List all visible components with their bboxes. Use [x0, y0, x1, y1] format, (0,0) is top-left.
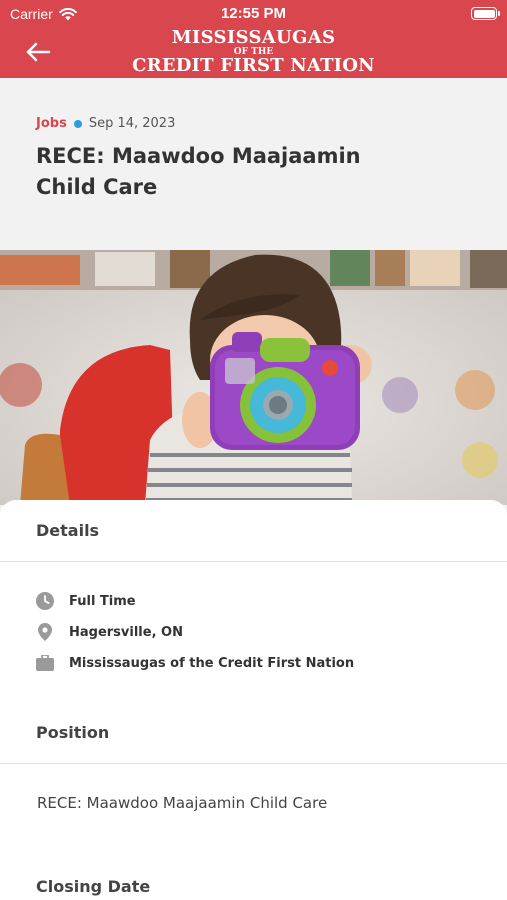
employer: Mississaugas of the Credit First Nation	[69, 655, 355, 671]
article-header: Jobs Sep 14, 2023 RECE: Maawdoo Maajaami…	[0, 78, 507, 250]
position-text: RECE: Maawdoo Maajaamin Child Care	[37, 794, 328, 812]
logo-line-3: CREDIT FIRST NATION	[132, 55, 375, 76]
category-link[interactable]: Jobs	[36, 116, 67, 131]
employment-type-row: Full Time	[36, 592, 136, 610]
article-meta: Jobs Sep 14, 2023	[36, 116, 471, 131]
location-row: Hagersville, ON	[36, 623, 183, 641]
details-divider	[0, 561, 507, 562]
details-card: Details Full Time Hagersville, ON Missis…	[0, 500, 507, 900]
article-title: RECE: Maawdoo Maajaamin Child Care	[36, 144, 361, 199]
location: Hagersville, ON	[69, 624, 183, 640]
app-header: Carrier 12:55 PM MISSISSAUGAS OF THE CRE…	[0, 0, 507, 78]
location-pin-icon	[36, 623, 54, 641]
employer-row: Mississaugas of the Credit First Nation	[36, 654, 354, 672]
hero-photo	[0, 250, 507, 505]
battery-icon	[471, 7, 500, 20]
brand-logo: MISSISSAUGAS OF THE CREDIT FIRST NATION	[0, 29, 507, 75]
status-bar: Carrier 12:55 PM	[0, 0, 507, 28]
logo-line-1: MISSISSAUGAS	[171, 27, 336, 48]
separator-dot	[73, 119, 82, 128]
hero-image	[0, 250, 507, 505]
article-date: Sep 14, 2023	[88, 116, 176, 131]
status-time: 12:55 PM	[220, 5, 287, 22]
employment-type: Full Time	[69, 593, 136, 609]
details-heading: Details	[36, 521, 100, 540]
position-heading: Position	[36, 723, 110, 742]
clock-icon	[36, 592, 54, 610]
closing-date-heading: Closing Date	[36, 877, 151, 896]
position-divider	[0, 763, 507, 764]
briefcase-icon	[36, 654, 54, 672]
